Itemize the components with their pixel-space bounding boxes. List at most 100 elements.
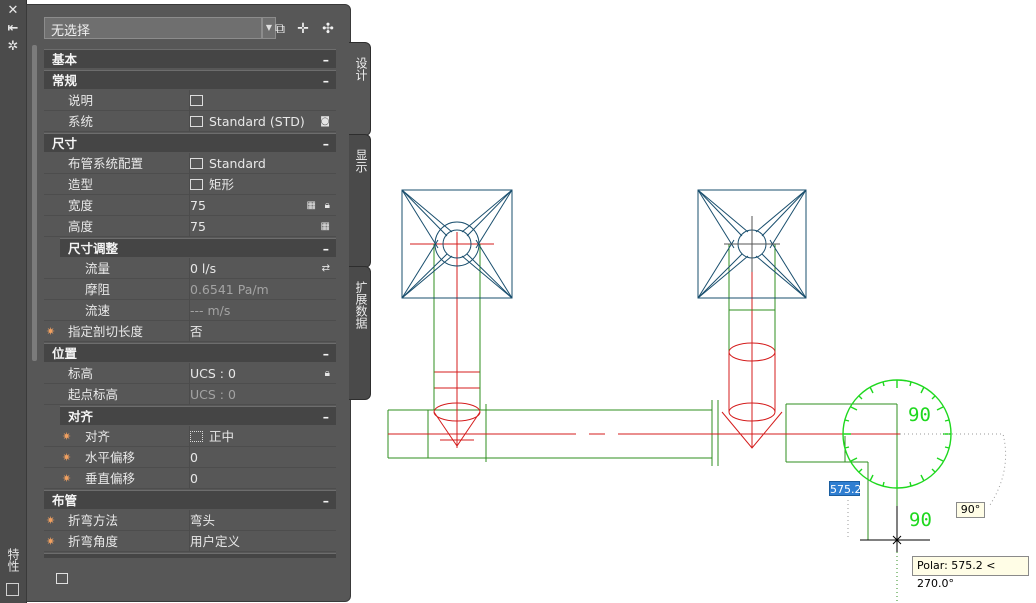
- collapse-icon[interactable]: –: [323, 134, 329, 153]
- row-value: --- m/s: [190, 303, 231, 318]
- section-label: 基本: [52, 52, 78, 67]
- properties-panel: 无选择 ▼ ⧉ ✛ ✣ 基本 – 常规 – 说明 系统 Standard (STD) ◙…: [26, 4, 351, 602]
- row-flow[interactable]: 流量 0 l/s ⇄: [44, 258, 336, 279]
- row-h-offset[interactable]: ✷ 水平偏移 0: [44, 447, 336, 468]
- row-value[interactable]: 0 l/s: [190, 258, 216, 279]
- row-value[interactable]: UCS : 0: [190, 363, 236, 384]
- row-justify[interactable]: ✷ 对齐 正中: [44, 426, 336, 447]
- row-width[interactable]: 宽度 75 ▦ 🔒︎: [44, 195, 336, 216]
- row-value[interactable]: 弯头: [190, 510, 215, 531]
- tab-extended-data[interactable]: 扩展数据: [349, 266, 371, 400]
- calculator-icon[interactable]: ▦: [307, 195, 316, 216]
- main-duct: [387, 400, 898, 466]
- row-label: 造型: [68, 177, 94, 192]
- section-size-adjust[interactable]: 尺寸调整 –: [60, 238, 336, 257]
- row-value[interactable]: 正中: [190, 426, 234, 447]
- row-bend-method[interactable]: ✷ 折弯方法 弯头: [44, 510, 336, 531]
- collapse-icon[interactable]: –: [323, 344, 329, 363]
- settings-icon[interactable]: ✲: [5, 40, 21, 54]
- layout-icon[interactable]: [56, 573, 68, 584]
- row-value: 0.6541 Pa/m: [190, 282, 269, 297]
- add-selection-icon[interactable]: ⧉: [271, 20, 289, 38]
- row-cut-length[interactable]: ✷ 指定剖切长度 否: [44, 321, 336, 342]
- row-v-offset[interactable]: ✷ 垂直偏移 0: [44, 468, 336, 489]
- row-label: 折弯方法: [68, 513, 119, 528]
- value-text: Standard: [209, 156, 266, 171]
- row-friction: 摩阻 0.6541 Pa/m: [44, 279, 336, 300]
- value-text: Standard (STD): [209, 114, 305, 129]
- row-label: 说明: [68, 93, 94, 108]
- collapse-icon[interactable]: –: [323, 491, 329, 510]
- section-label: 常规: [52, 73, 78, 88]
- row-value[interactable]: 0: [190, 447, 198, 468]
- row-value[interactable]: Standard: [190, 153, 266, 174]
- collapse-icon[interactable]: –: [323, 239, 329, 258]
- section-align[interactable]: 对齐 –: [60, 406, 336, 425]
- compass-label-bottom: 90: [909, 509, 932, 531]
- row-elevation[interactable]: 标高 UCS : 0 🔒︎: [44, 363, 336, 384]
- justify-grid-icon: [190, 431, 203, 442]
- palette-bar: ✕ ⇤ ✲ 特性: [0, 0, 27, 603]
- lock-icon[interactable]: 🔒︎: [325, 363, 330, 384]
- asterisk-icon: ✷: [46, 514, 56, 527]
- section-label: 对齐: [68, 409, 94, 424]
- close-icon[interactable]: ✕: [5, 4, 21, 18]
- collapse-icon[interactable]: –: [323, 50, 329, 69]
- lock-icon[interactable]: 🔒︎: [325, 195, 330, 216]
- section-label: 尺寸: [52, 136, 78, 151]
- tab-display[interactable]: 显示: [349, 134, 371, 268]
- row-value[interactable]: 0: [190, 468, 198, 489]
- row-label: 布管系统配置: [68, 156, 144, 171]
- calculator-icon[interactable]: ▦: [321, 216, 330, 237]
- row-value[interactable]: Standard (STD): [190, 111, 305, 132]
- row-description[interactable]: 说明: [44, 90, 336, 111]
- row-bend-angle[interactable]: ✷ 折弯角度 用户定义: [44, 531, 336, 552]
- drawing-canvas[interactable]: 90 90: [372, 0, 1036, 603]
- section-label: 位置: [52, 346, 78, 361]
- asterisk-icon: ✷: [62, 451, 72, 464]
- section-general[interactable]: 常规 –: [44, 70, 336, 89]
- dynamic-length-input[interactable]: 575.2: [829, 481, 862, 496]
- row-value[interactable]: 用户定义: [190, 531, 240, 552]
- row-label: 系统: [68, 114, 94, 129]
- row-label: 指定剖切长度: [68, 324, 144, 339]
- row-value[interactable]: 否: [190, 321, 203, 342]
- row-value[interactable]: 矩形: [190, 174, 234, 195]
- row-system[interactable]: 系统 Standard (STD) ◙: [44, 111, 336, 132]
- text-icon: [190, 95, 203, 106]
- asterisk-icon: ✷: [46, 535, 56, 548]
- row-value[interactable]: [190, 90, 209, 111]
- tab-design[interactable]: 设计: [349, 42, 371, 136]
- row-label: 标高: [68, 366, 94, 381]
- value-text: 正中: [209, 429, 235, 444]
- collapse-icon[interactable]: –: [323, 407, 329, 426]
- asterisk-icon: ✷: [62, 472, 72, 485]
- row-value[interactable]: 75: [190, 216, 206, 237]
- row-label: 流量: [85, 261, 111, 276]
- scrollbar[interactable]: [32, 45, 37, 361]
- system-icon: [190, 116, 203, 127]
- section-label: 布管: [52, 493, 78, 508]
- row-label: 宽度: [68, 198, 94, 213]
- selection-dropdown[interactable]: 无选择: [44, 17, 262, 39]
- palette-options-icon[interactable]: [6, 583, 19, 596]
- row-value[interactable]: 75: [190, 195, 206, 216]
- section-routing[interactable]: 布管 –: [44, 490, 336, 509]
- section-basic[interactable]: 基本 –: [44, 49, 336, 68]
- section-position[interactable]: 位置 –: [44, 343, 336, 362]
- row-start-elevation: 起点标高 UCS : 0: [44, 384, 336, 405]
- quick-select-icon[interactable]: ✣: [319, 20, 337, 38]
- row-label: 折弯角度: [68, 534, 119, 549]
- section-size[interactable]: 尺寸 –: [44, 133, 336, 152]
- binoculars-icon[interactable]: ◙: [320, 111, 330, 132]
- flow-calc-icon[interactable]: ⇄: [322, 258, 330, 279]
- pin-icon[interactable]: ⇤: [5, 22, 21, 36]
- asterisk-icon: ✷: [62, 430, 72, 443]
- row-label: 水平偏移: [85, 450, 136, 465]
- row-height[interactable]: 高度 75 ▦: [44, 216, 336, 237]
- section-cutoff: [44, 553, 336, 558]
- pick-point-icon[interactable]: ✛: [294, 20, 312, 38]
- row-shape[interactable]: 造型 矩形: [44, 174, 336, 195]
- collapse-icon[interactable]: –: [323, 71, 329, 90]
- row-routing-pref[interactable]: 布管系统配置 Standard: [44, 153, 336, 174]
